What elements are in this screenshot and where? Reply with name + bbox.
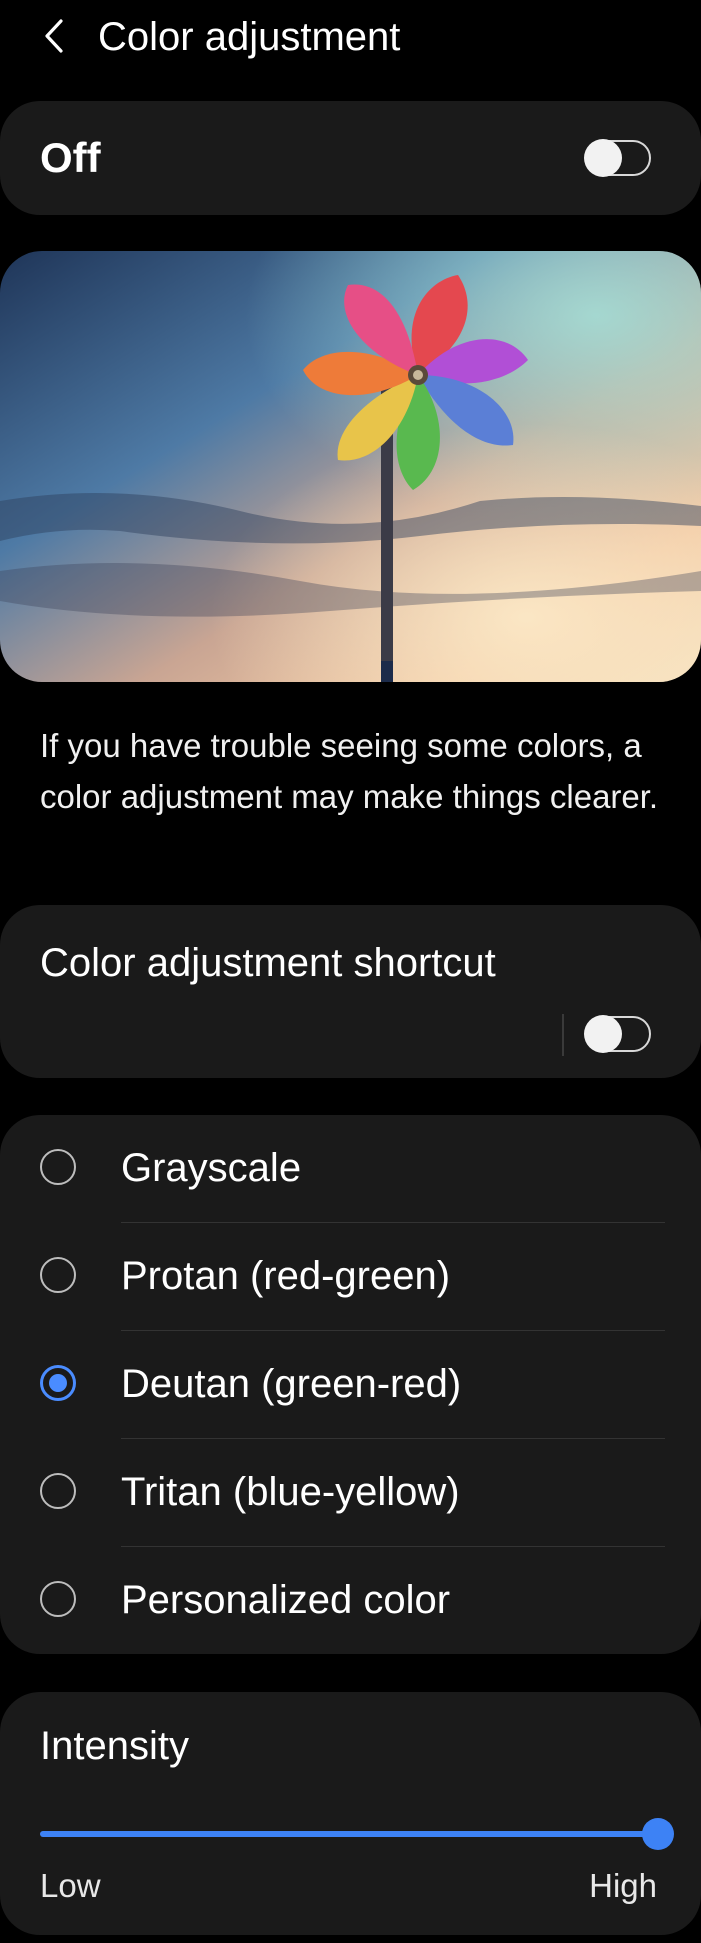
preview-image [0,251,701,682]
option-label: Tritan (blue-yellow) [121,1470,460,1514]
page-title: Color adjustment [98,15,401,59]
shortcut-divider [562,1014,564,1056]
slider-thumb[interactable] [642,1818,674,1850]
radio-button[interactable] [40,1257,76,1293]
option-deutan[interactable]: Deutan (green-red) [0,1331,701,1439]
option-personalized[interactable]: Personalized color [0,1547,701,1655]
master-switch-label: Off [40,134,101,181]
option-label: Deutan (green-red) [121,1362,462,1406]
chevron-left-icon [45,19,63,53]
option-tritan[interactable]: Tritan (blue-yellow) [0,1439,701,1547]
master-toggle[interactable] [584,139,651,177]
pinwheel-illustration [0,251,701,682]
color-mode-list: Grayscale Protan (red-green) Deutan (gre… [0,1115,701,1654]
shortcut-label: Color adjustment shortcut [40,941,496,985]
slider-fill [40,1831,658,1837]
option-label: Protan (red-green) [121,1254,451,1298]
description-text: If you have trouble seeing some colors, … [40,727,659,815]
back-button[interactable] [34,14,74,58]
option-label: Personalized color [121,1578,451,1622]
radio-button-selected[interactable] [40,1365,76,1401]
app-bar: Color adjustment [0,0,701,80]
radio-button[interactable] [40,1149,76,1185]
shortcut-card[interactable]: Color adjustment shortcut [0,905,701,1078]
option-label: Grayscale [121,1146,302,1190]
radio-button[interactable] [40,1473,76,1509]
slider-low-label: Low [40,1867,101,1904]
radio-button[interactable] [40,1581,76,1617]
intensity-card: Intensity Low High [0,1692,701,1935]
option-protan[interactable]: Protan (red-green) [0,1223,701,1331]
intensity-label: Intensity [40,1724,189,1768]
option-grayscale[interactable]: Grayscale [0,1115,701,1223]
shortcut-toggle[interactable] [584,1015,651,1053]
toggle-knob [584,139,622,177]
toggle-knob [584,1015,622,1053]
intensity-slider[interactable] [40,1818,674,1850]
slider-high-label: High [589,1867,657,1904]
